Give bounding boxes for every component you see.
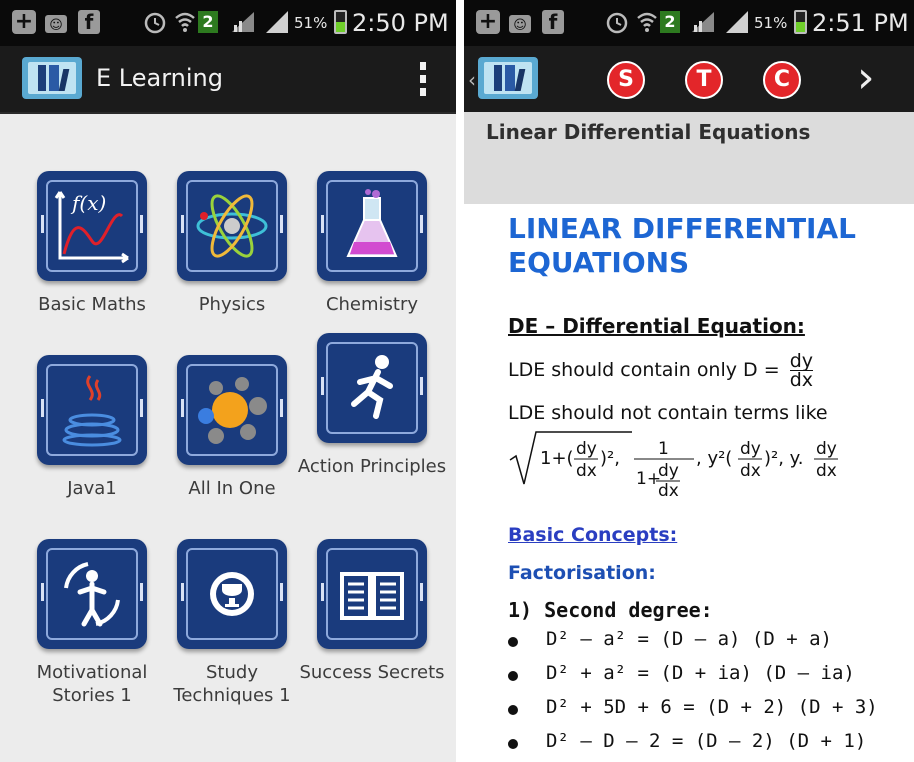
plus-icon: + [476,9,500,35]
signal-icon [690,9,716,35]
app-bar: E Learning [0,46,456,114]
right-screen: + ☺ f 2 51% 2:51 PM ‹ S T C › Linear Dif [464,0,914,762]
toolbar: ‹ S T C › [464,46,914,112]
item-label: Java1 [67,478,117,499]
equation-line: D² – D – 2 = (D – 2) (D + 1) [546,730,867,752]
math-expression: 1+( dy dx )², 1 1+ dy dx , y²( dy dx )²,… [509,431,838,500]
battery-percent: 51% [294,14,328,32]
open-book-icon [317,539,427,649]
wifi-icon [174,9,196,35]
t-button[interactable]: T [685,61,723,99]
status-bar: + ☺ f 2 51% 2:50 PM [0,0,456,46]
de-heading: DE – Differential Equation: [508,314,805,338]
bullet [508,705,518,715]
item-label: Motivational Stories 1 [36,662,148,706]
lde-not-contain-line: LDE should not contain terms like [508,402,828,424]
second-degree-heading: 1) Second degree: [508,598,713,622]
factorisation-heading: Factorisation: [508,562,656,584]
circles-cluster-icon [177,355,287,465]
item-label: Success Secrets [299,662,445,683]
svg-text:dx: dx [658,481,679,500]
bag-icon: ☺ [44,9,68,35]
svg-text:dx: dx [740,461,761,481]
s-button[interactable]: S [607,61,645,99]
app-title: E Learning [96,64,223,92]
svg-text:, y²(: , y²( [696,448,732,469]
app-logo[interactable] [22,57,82,99]
bag-icon: ☺ [508,9,532,35]
clock: 2:50 PM [352,9,449,37]
trophy-icon [177,539,287,649]
text: LDE should contain only D = [508,359,780,381]
status-bar: + ☺ f 2 51% 2:51 PM [464,0,914,46]
fraction: dy dx [789,352,813,391]
svg-text:dy: dy [816,439,837,459]
item-label: All In One [188,478,276,499]
c-button[interactable]: C [763,61,801,99]
app-logo[interactable] [478,57,538,99]
running-man-icon [317,333,427,443]
plus-icon: + [12,9,36,35]
overflow-menu-icon[interactable] [416,62,430,96]
function-graph-icon: f(x) [37,171,147,281]
equation-line: D² – a² = (D – a) (D + a) [546,628,832,650]
signal-icon [264,9,290,35]
battery-icon [794,9,807,35]
chevron-right-icon[interactable]: › [857,54,875,102]
bullet [508,637,518,647]
chevron-left-icon[interactable]: ‹ [468,68,476,92]
wifi-icon [636,9,658,35]
svg-text:☺: ☺ [513,18,527,33]
item-label: Physics [198,294,266,315]
svg-text:dy: dy [740,439,761,459]
facebook-icon: f [78,9,100,35]
item-label: Basic Maths [38,294,146,315]
java-cup-icon [37,355,147,465]
title-line: LINEAR DIFFERENTIAL [508,212,856,245]
svg-text:1+(: 1+( [540,448,574,469]
item-label: Study Techniques 1 [173,662,291,706]
title-line: EQUATIONS [508,246,690,279]
equation-line: D² + 5D + 6 = (D + 2) (D + 3) [546,696,878,718]
atom-icon [177,171,287,281]
equation-line: D² + a² = (D + ia) (D – ia) [546,662,855,684]
network-badge: 2 [660,9,680,35]
clock: 2:51 PM [812,9,909,37]
svg-text:f(x): f(x) [70,191,106,215]
divider [456,0,464,762]
topic-title: Linear Differential Equations [486,120,811,144]
cycle-person-icon [37,539,147,649]
alarm-icon [604,9,630,35]
svg-text:dy: dy [576,439,597,459]
denominator: dx [789,369,813,391]
basic-concepts-link[interactable]: Basic Concepts: [508,524,677,546]
svg-text:dx: dx [576,461,597,481]
svg-text:☺: ☺ [49,18,63,33]
lde-contain-line: LDE should contain only D = dy dx [508,352,813,391]
battery-icon [334,9,347,35]
flask-icon [317,171,427,281]
signal-icon [724,9,750,35]
svg-text:)²,: )², [600,448,620,469]
facebook-icon: f [542,9,564,35]
left-screen: + ☺ f 2 51% 2:50 PM E Learning f(x) Basi… [0,0,456,762]
alarm-icon [142,9,168,35]
item-label: Action Principles [297,456,447,477]
svg-text:1: 1 [658,439,669,459]
network-badge: 2 [198,9,218,35]
svg-text:dy: dy [658,461,679,481]
item-label: Chemistry [325,294,419,315]
signal-icon [230,9,256,35]
battery-percent: 51% [754,14,788,32]
bullet [508,739,518,749]
svg-text:dx: dx [816,461,837,481]
doc-title: LINEAR DIFFERENTIAL EQUATIONS [508,212,908,280]
svg-text:)², y.: )², y. [764,448,804,469]
bullet [508,671,518,681]
topic-header: Linear Differential Equations [464,112,914,204]
